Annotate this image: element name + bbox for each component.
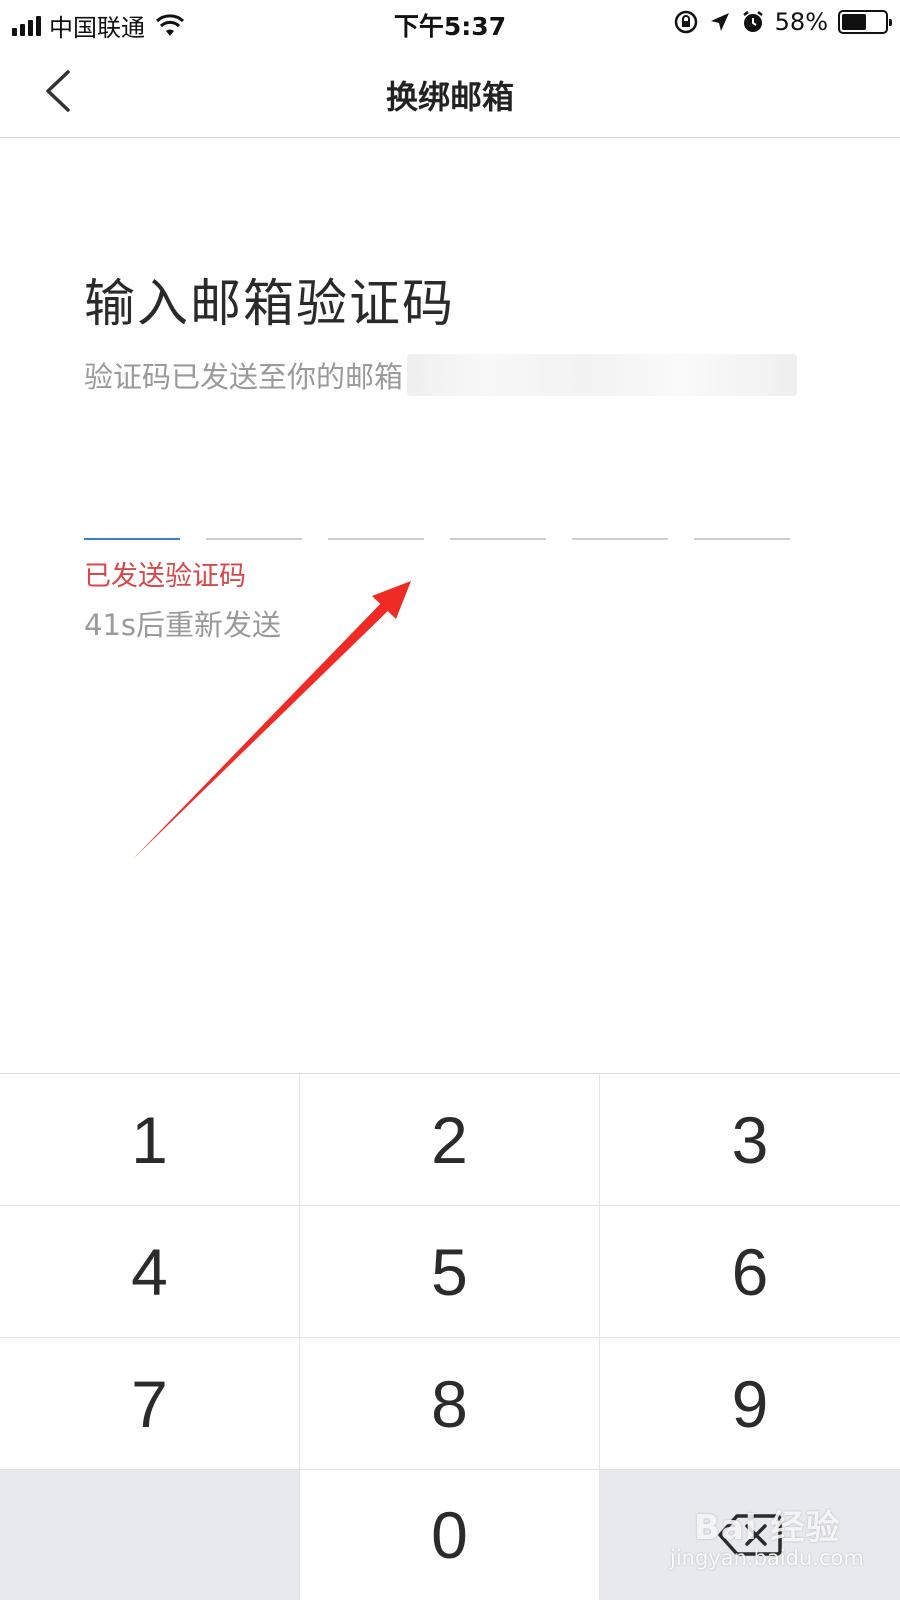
masked-email [407,354,798,396]
code-slot-6[interactable] [694,538,790,540]
key-3[interactable]: 3 [600,1074,900,1206]
subtitle: 验证码已发送至你的邮箱 [84,360,404,394]
key-label: 3 [731,1102,769,1177]
delete-key[interactable] [600,1470,900,1600]
code-input[interactable] [84,538,790,540]
key-label: 4 [131,1234,168,1309]
page-title: 输入邮箱验证码 [84,275,456,334]
nav-title: 换绑邮箱 [385,78,514,116]
delete-icon [718,1514,782,1556]
battery-percent: 58% [774,8,828,36]
status-bar: 中国联通 下午5:37 58% [0,0,900,44]
key-9[interactable]: 9 [600,1338,900,1470]
resend-countdown: 41s后重新发送 [84,608,282,642]
key-7[interactable]: 7 [0,1338,300,1470]
key-4[interactable]: 4 [0,1206,300,1338]
rotation-lock-icon [674,10,697,34]
location-icon [710,13,729,31]
status-right: 58% [673,8,892,36]
key-label: 8 [431,1366,468,1441]
numeric-keypad: 1 2 3 4 5 6 7 8 9 0 [0,1073,900,1600]
key-label: 2 [431,1102,468,1177]
key-label: 7 [131,1366,168,1441]
code-slot-4[interactable] [450,538,546,540]
key-label: 1 [131,1102,168,1177]
battery-fill [842,14,867,30]
key-2[interactable]: 2 [300,1074,600,1206]
battery-icon [838,10,892,34]
subtitle-row: 验证码已发送至你的邮箱 [84,354,798,396]
key-1[interactable]: 1 [0,1074,300,1206]
sent-notice: 已发送验证码 [84,561,246,592]
key-label: 0 [431,1498,468,1572]
key-5[interactable]: 5 [300,1206,600,1338]
key-label: 6 [731,1234,769,1309]
code-slot-5[interactable] [572,538,668,540]
alarm-icon [742,11,763,32]
key-6[interactable]: 6 [600,1206,900,1338]
key-blank [0,1470,300,1600]
key-8[interactable]: 8 [300,1338,600,1470]
key-0[interactable]: 0 [300,1470,600,1600]
key-label: 9 [731,1366,769,1441]
code-slot-1[interactable] [84,538,180,540]
key-label: 5 [431,1234,468,1309]
code-slot-2[interactable] [206,538,302,540]
nav-bar: 换绑邮箱 [0,44,900,138]
code-slot-3[interactable] [328,538,424,540]
